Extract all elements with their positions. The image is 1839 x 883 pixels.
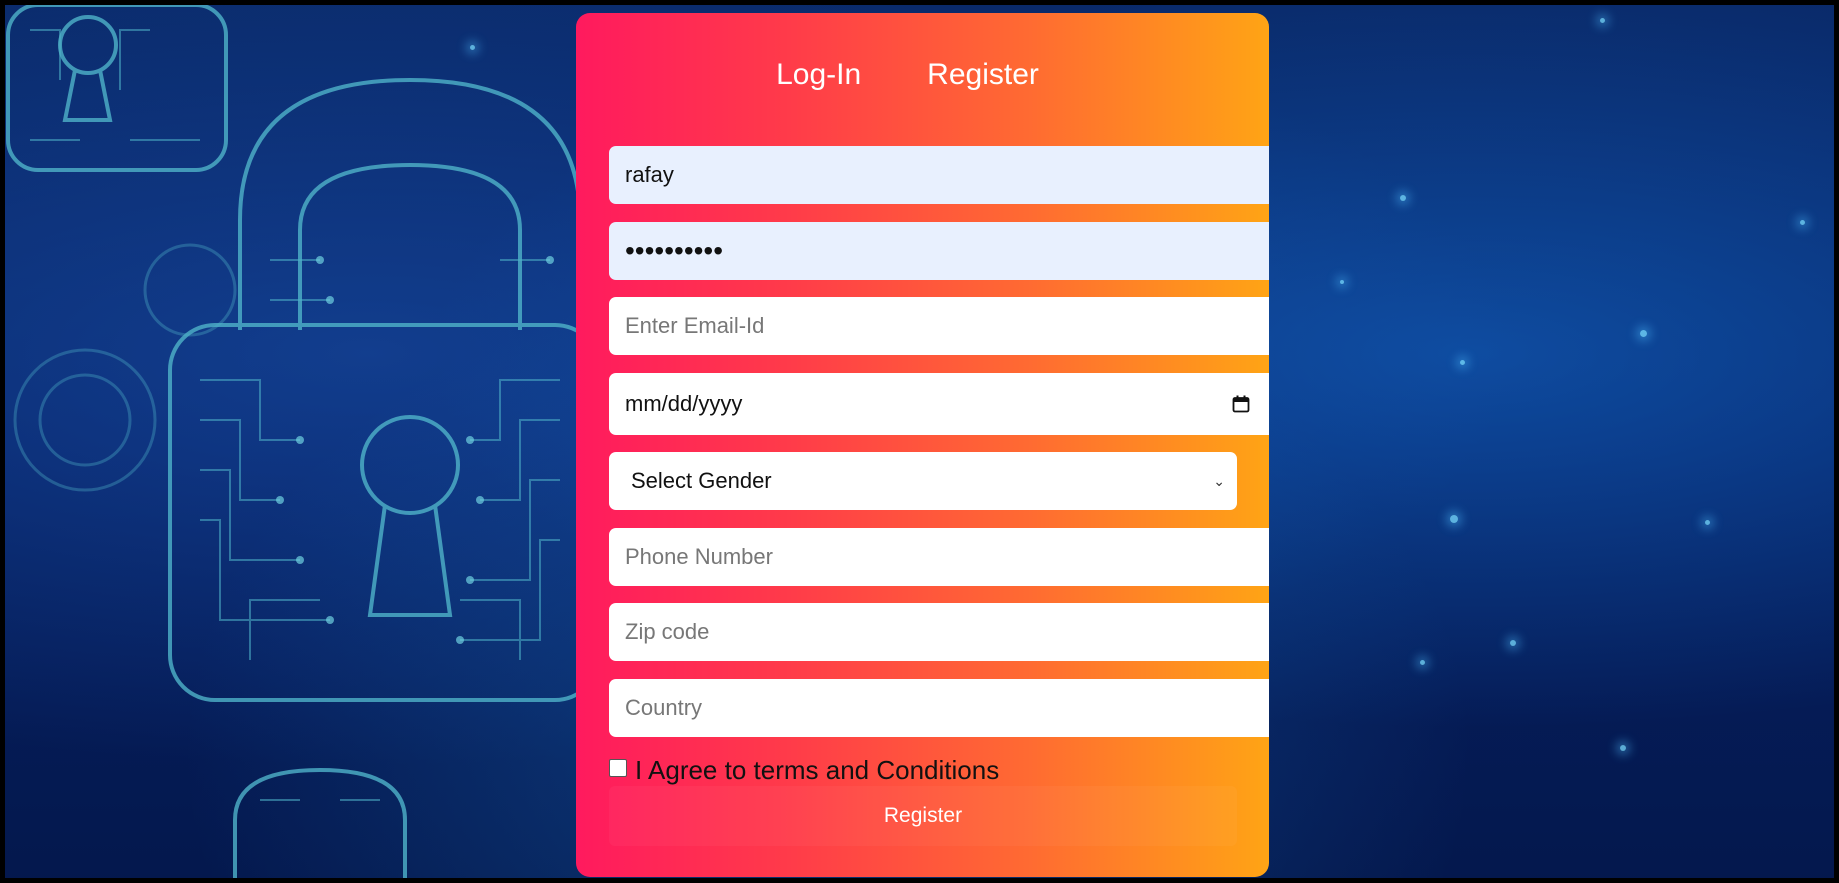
background-sparkle <box>1340 280 1344 284</box>
background-sparkle <box>1510 640 1516 646</box>
username-field[interactable]: rafay <box>609 146 1269 204</box>
background-sparkle <box>1460 360 1465 365</box>
background-sparkle <box>1400 195 1406 201</box>
gender-selected-value: Select Gender <box>631 468 772 493</box>
background-sparkle <box>1640 330 1647 337</box>
password-field[interactable]: •••••••••• <box>609 222 1269 280</box>
terms-row: I Agree to terms and Conditions <box>609 755 999 786</box>
background-sparkle <box>1420 660 1425 665</box>
register-card: Log-In Register rafay •••••••••• Enter E… <box>576 13 1269 877</box>
register-button[interactable]: Register <box>609 786 1237 846</box>
background-sparkle <box>1705 520 1710 525</box>
background-sparkle <box>1450 515 1458 523</box>
background-sparkle <box>470 45 475 50</box>
terms-checkbox[interactable] <box>609 758 627 777</box>
email-field[interactable]: Enter Email-Id <box>609 297 1269 355</box>
username-value: rafay <box>625 162 674 187</box>
password-value: •••••••••• <box>625 235 724 266</box>
background-sparkle <box>1800 220 1805 225</box>
country-placeholder: Country <box>625 695 703 720</box>
tab-register[interactable]: Register <box>927 58 1039 92</box>
terms-label: I Agree to terms and Conditions <box>635 755 1000 785</box>
zip-placeholder: Zip code <box>625 619 710 644</box>
email-placeholder: Enter Email-Id <box>625 313 765 338</box>
phone-placeholder: Phone Number <box>625 544 773 569</box>
date-of-birth-field[interactable]: mm/dd/yyyy <box>609 373 1269 435</box>
background-sparkle <box>1620 745 1626 751</box>
zip-code-field[interactable]: Zip code <box>609 603 1269 661</box>
calendar-icon[interactable] <box>1232 395 1250 413</box>
gender-select[interactable]: Select Gender ⌄ <box>609 452 1237 510</box>
country-field[interactable]: Country <box>609 679 1269 737</box>
phone-field[interactable]: Phone Number <box>609 528 1269 586</box>
date-placeholder: mm/dd/yyyy <box>625 391 743 416</box>
background-sparkle <box>1600 18 1605 23</box>
auth-tabs: Log-In Register <box>576 58 1269 92</box>
tab-login[interactable]: Log-In <box>776 58 861 92</box>
chevron-down-icon: ⌄ <box>1213 472 1225 489</box>
